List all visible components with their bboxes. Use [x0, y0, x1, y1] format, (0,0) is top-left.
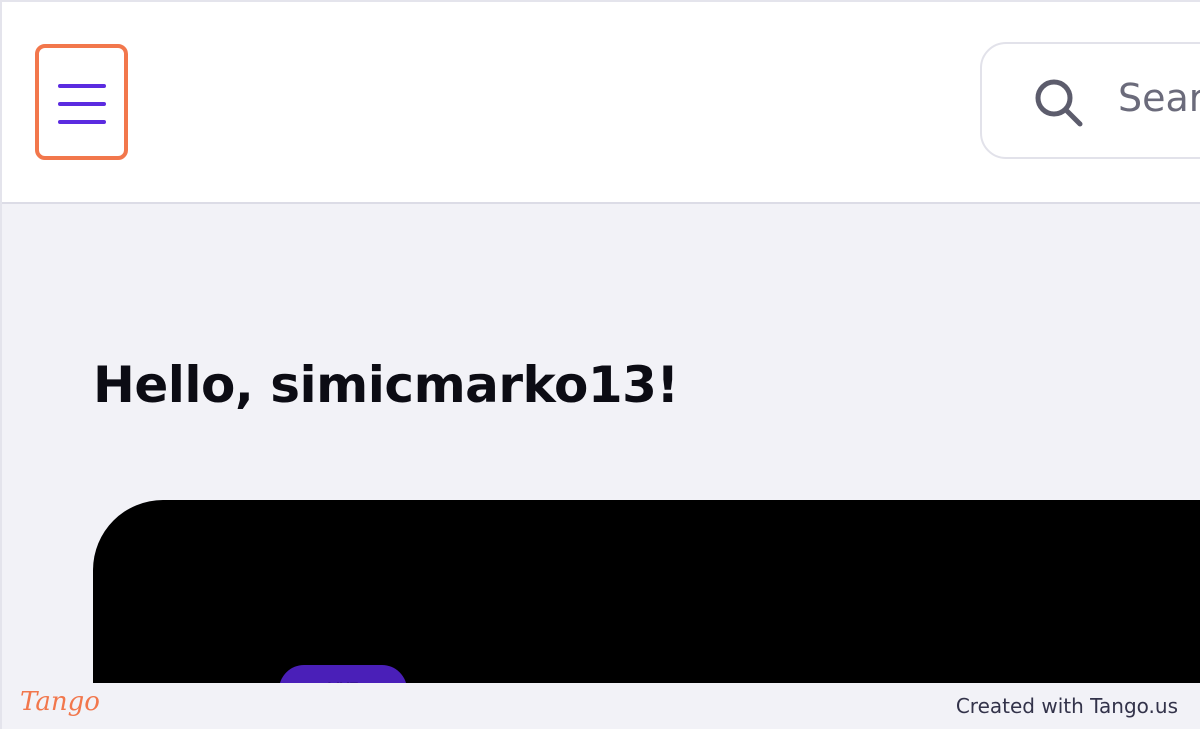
screenshot-stage: Sear Hello, simicmarko13! LIVE Tango Cre…: [0, 0, 1200, 729]
search-field[interactable]: Sear: [980, 42, 1200, 159]
tango-footer: Tango Created with Tango.us: [0, 683, 1200, 729]
hamburger-menu-icon: [58, 84, 106, 124]
footer-credit: Created with Tango.us: [955, 694, 1178, 718]
greeting-heading: Hello, simicmarko13!: [93, 356, 679, 414]
menu-button[interactable]: [38, 46, 126, 158]
search-placeholder: Sear: [1118, 76, 1200, 120]
search-icon: [1035, 79, 1083, 127]
top-header: Sear: [0, 0, 1200, 204]
tango-logo: Tango: [20, 687, 100, 717]
